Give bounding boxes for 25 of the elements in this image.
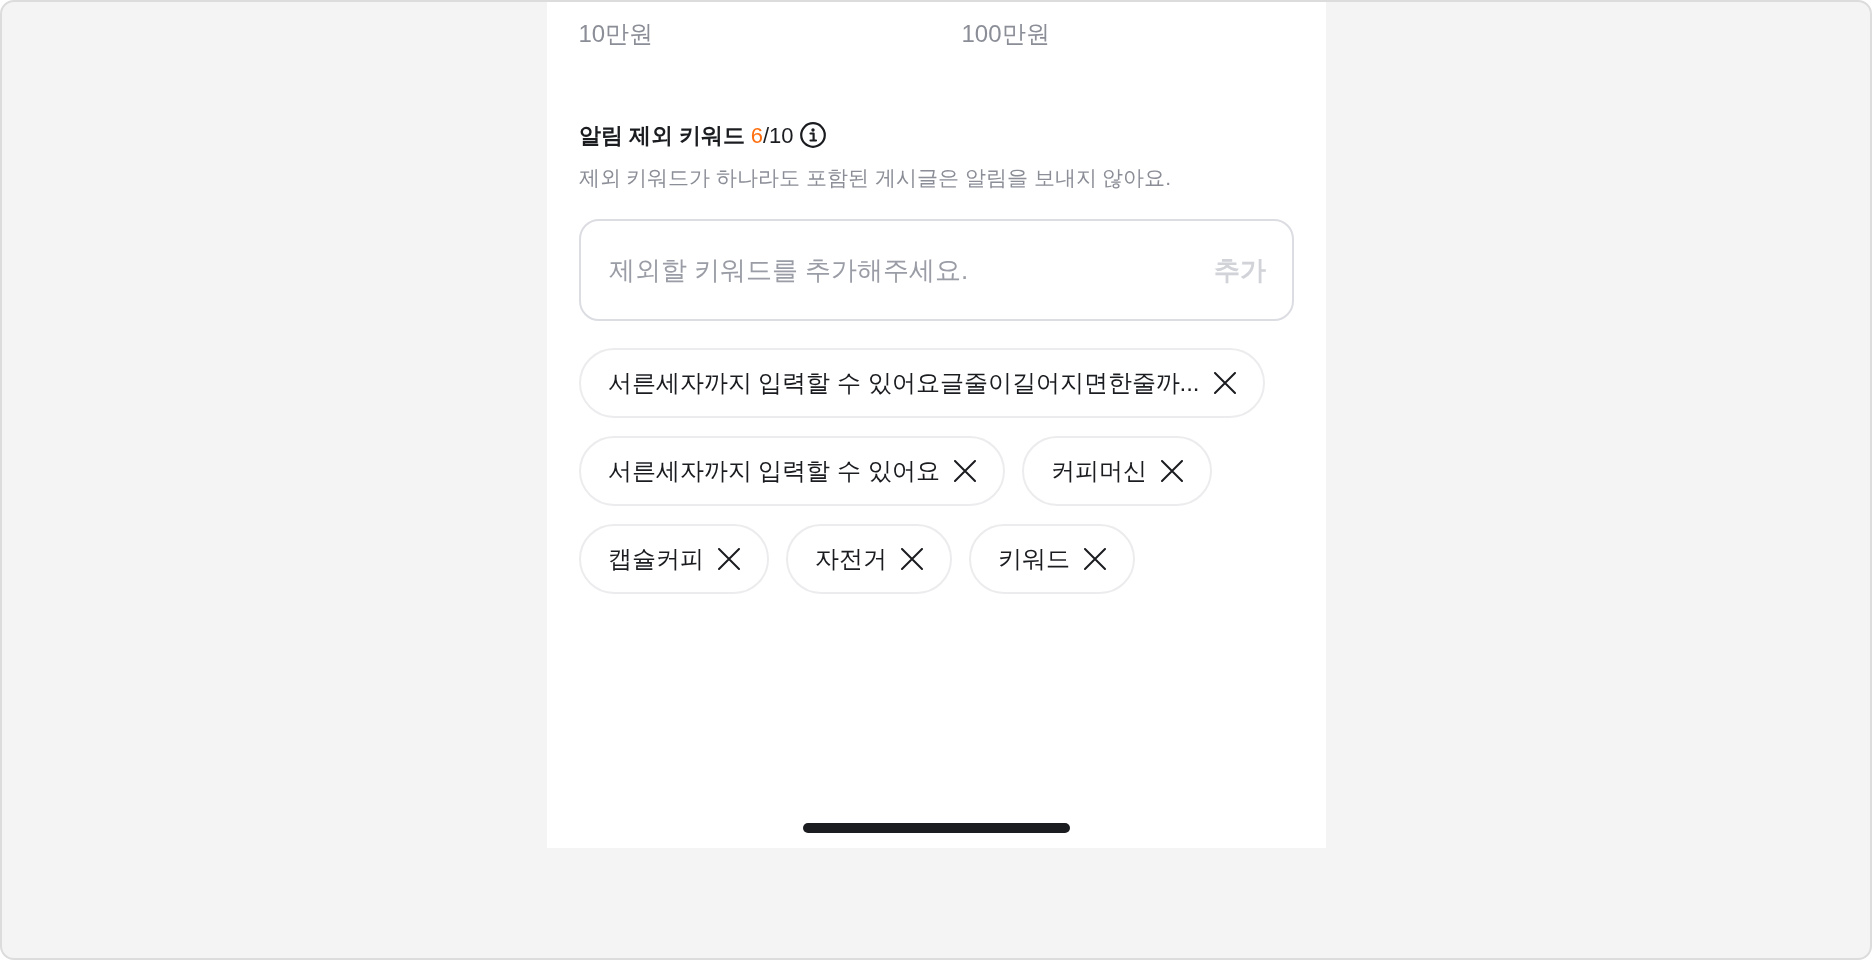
remove-button[interactable] bbox=[1083, 548, 1106, 570]
remove-button[interactable] bbox=[953, 460, 976, 482]
keyword-label: 커피머신 bbox=[1050, 456, 1147, 486]
section-title: 알림 제외 키워드 bbox=[578, 121, 745, 150]
close-icon bbox=[1083, 548, 1106, 570]
close-icon bbox=[1213, 372, 1236, 394]
close-icon bbox=[900, 548, 923, 570]
price-min-label: 10만원 bbox=[578, 19, 654, 49]
remove-button[interactable] bbox=[900, 548, 923, 570]
close-icon bbox=[1160, 460, 1183, 482]
keyword-count: 6 bbox=[750, 121, 763, 150]
section-description: 제외 키워드가 하나라도 포함된 게시글은 알림을 보내지 않아요. bbox=[578, 165, 1172, 191]
price-max-label: 100만원 bbox=[961, 19, 1050, 49]
remove-button[interactable] bbox=[1160, 460, 1183, 482]
keyword-label: 캡슐커피 bbox=[607, 544, 704, 574]
keyword-label: 서른세자까지 입력할 수 있어요 bbox=[607, 456, 940, 486]
remove-button[interactable] bbox=[717, 548, 740, 570]
keyword-label: 키워드 bbox=[997, 544, 1070, 574]
info-icon[interactable] bbox=[799, 122, 826, 148]
close-icon bbox=[953, 460, 976, 482]
remove-button[interactable] bbox=[1213, 372, 1236, 394]
close-icon bbox=[717, 548, 740, 570]
keyword-label: 서른세자까지 입력할 수 있어요글줄이길어지면한줄까... bbox=[607, 368, 1200, 398]
keyword-limit: /10 bbox=[763, 121, 794, 150]
keyword-label: 자전거 bbox=[814, 544, 887, 574]
